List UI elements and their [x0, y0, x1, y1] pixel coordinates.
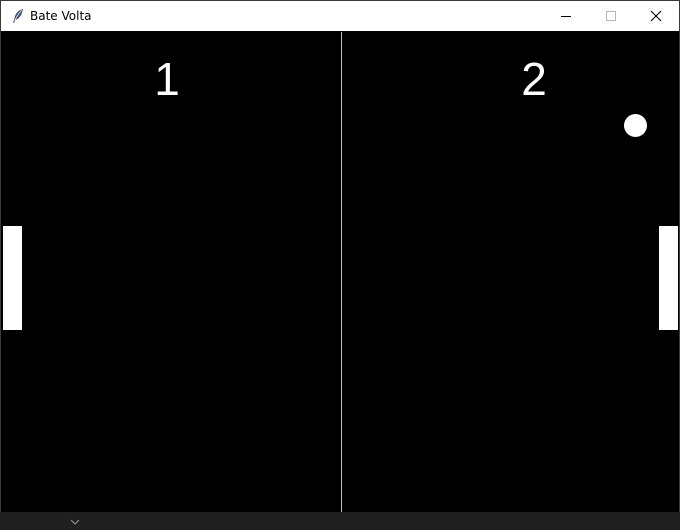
maximize-button[interactable]: [588, 1, 634, 31]
maximize-icon: [606, 11, 616, 21]
window-title: Bate Volta: [30, 9, 92, 23]
right-paddle: [659, 226, 678, 330]
minimize-icon: [561, 16, 571, 17]
score-right: 2: [521, 53, 547, 105]
taskbar-edge: [0, 512, 680, 518]
center-net-line: [341, 32, 342, 513]
ball: [624, 114, 647, 137]
title-bar[interactable]: Bate Volta: [1, 1, 679, 31]
score-left: 1: [154, 53, 180, 105]
feather-icon: [11, 8, 25, 24]
left-paddle: [3, 226, 22, 330]
game-canvas[interactable]: 1 2: [2, 32, 679, 513]
chevron-down-icon: [69, 512, 81, 525]
game-window: Bate Volta 1 2: [0, 0, 680, 518]
close-button[interactable]: [633, 1, 679, 31]
close-icon: [650, 10, 662, 22]
minimize-button[interactable]: [543, 1, 589, 31]
